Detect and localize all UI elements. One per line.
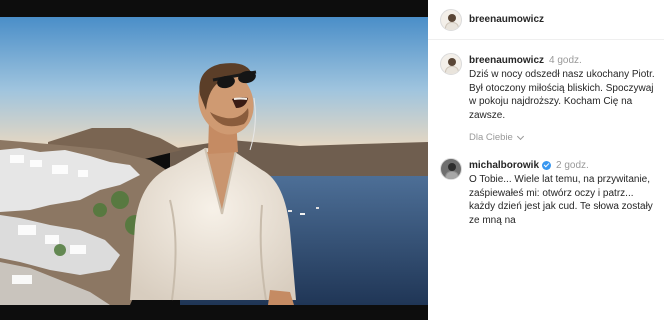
- post-author-username[interactable]: breenaumowicz: [469, 14, 544, 25]
- post-header: breenaumowicz: [428, 0, 664, 40]
- caption-time[interactable]: 4 godz.: [549, 55, 582, 66]
- comment-username[interactable]: michalborowik: [469, 160, 539, 171]
- comment-meta: michalborowik 2 godz.: [469, 160, 659, 171]
- caption-username[interactable]: breenaumowicz: [469, 55, 544, 66]
- comment-text: O Tobie... Wiele lat temu, na przywitani…: [469, 174, 653, 226]
- caption-text: Dziś w nocy odszedł nasz ukochany Piotr.…: [469, 69, 655, 121]
- caption: breenaumowicz 4 godz. Dziś w nocy odszed…: [440, 53, 660, 133]
- comment: michalborowik 2 godz. O Tobie... Wiele l…: [440, 158, 660, 238]
- commenter-avatar[interactable]: [440, 158, 462, 180]
- see-translation-link[interactable]: Dla Ciebie: [469, 132, 524, 143]
- author-avatar[interactable]: [440, 8, 462, 31]
- comment-content: michalborowik 2 godz. O Tobie... Wiele l…: [469, 160, 659, 227]
- caption-avatar[interactable]: [440, 53, 462, 75]
- comment-time[interactable]: 2 godz.: [556, 160, 589, 171]
- caption-content: breenaumowicz 4 godz. Dziś w nocy odszed…: [469, 55, 659, 122]
- post-sidebar: breenaumowicz breenaumowicz 4 godz. Dziś…: [428, 0, 664, 320]
- translate-label: Dla Ciebie: [469, 132, 513, 143]
- chevron-down-icon: [516, 132, 524, 140]
- caption-meta: breenaumowicz 4 godz.: [469, 55, 659, 66]
- verified-badge-icon: [542, 161, 552, 170]
- post-photo-panel[interactable]: [0, 0, 428, 320]
- post-photo: [0, 0, 428, 320]
